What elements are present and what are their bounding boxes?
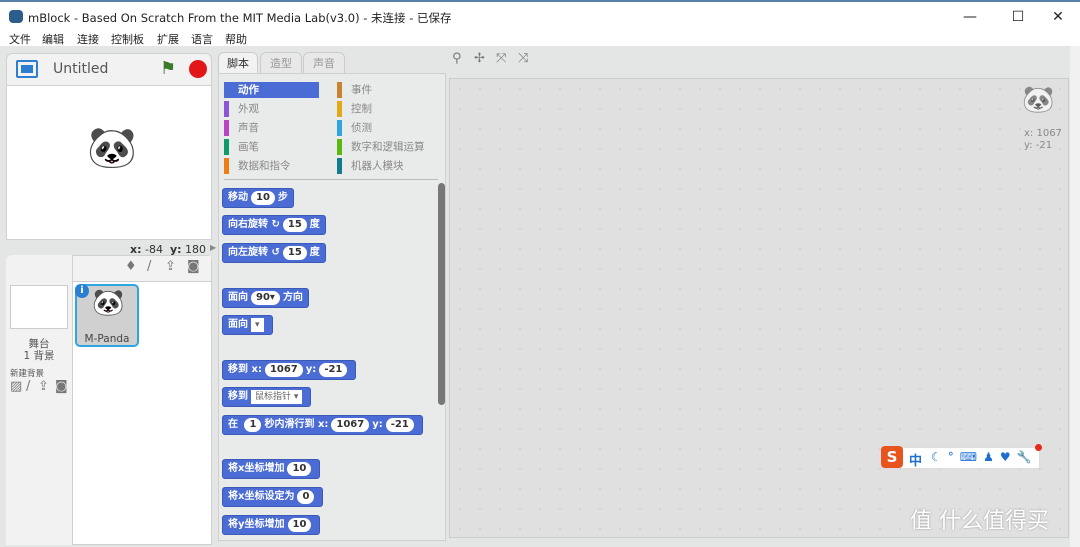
menu-bar: 文件 编辑 连接 控制板 扩展 语言 帮助 — [0, 30, 1080, 46]
new-backdrop-label: 新建背景 — [10, 369, 45, 379]
category-pen[interactable]: 画笔 — [224, 139, 259, 155]
paint-sprite-icon[interactable]: / — [147, 259, 151, 274]
close-button[interactable]: ✕ — [1043, 6, 1073, 28]
sprite-library-icon[interactable]: ♦ — [125, 259, 137, 274]
ime-tool-icons[interactable]: ☾°⌨♟♥🔧 — [931, 450, 1038, 464]
sprite-thumbnail[interactable]: i 🐼 M-Panda — [75, 284, 139, 347]
notification-dot — [1035, 444, 1042, 451]
block-point-direction[interactable]: 面向 90▾ 方向 — [222, 288, 309, 308]
category-events[interactable]: 事件 — [337, 82, 372, 98]
block-goto-xy[interactable]: 移到 x: 1067 y: -21 — [222, 360, 357, 380]
grow-icon[interactable]: ⤧ — [496, 51, 506, 66]
panda-sprite[interactable]: 🐼 — [87, 128, 137, 168]
tab-costumes[interactable]: 造型 — [260, 52, 302, 74]
sprite-y: y: -21 — [1024, 140, 1053, 151]
collapse-stage-icon[interactable]: ▶ — [210, 243, 216, 252]
shrink-icon[interactable]: ⤨ — [518, 51, 528, 66]
category-control[interactable]: 控制 — [337, 101, 372, 117]
block-change-x[interactable]: 将x坐标增加 10 — [222, 459, 321, 479]
block-turn-right[interactable]: 向右旋转 ↻ 15 度 — [222, 215, 326, 235]
window-scrollbar[interactable] — [1070, 46, 1080, 547]
rotate-right-icon: ↻ — [271, 219, 280, 230]
ime-toolbar[interactable]: S 中 ☾°⌨♟♥🔧 — [881, 444, 1042, 469]
category-looks[interactable]: 外观 — [224, 101, 259, 117]
block-set-x[interactable]: 将x坐标设定为 0 — [222, 487, 324, 507]
category-motion[interactable]: 动作 — [224, 82, 319, 98]
menu-connect[interactable]: 连接 — [77, 31, 99, 47]
green-flag-icon[interactable]: ⚑ — [160, 58, 176, 79]
stage-column: 舞台 1 背景 新建背景 ▨ / ⇪ ◙ — [6, 255, 73, 545]
info-icon[interactable]: i — [75, 284, 89, 298]
palette-scrollbar[interactable] — [438, 183, 445, 405]
sogou-logo-icon: S — [881, 446, 903, 468]
block-move[interactable]: 移动 10 步 — [222, 188, 294, 208]
menu-help[interactable]: 帮助 — [225, 31, 247, 47]
menu-edit[interactable]: 编辑 — [42, 31, 64, 47]
stage-header: Untitled ⚑ — [6, 53, 212, 85]
sprite-toolbar: ♦ / ⇪ ◙ — [73, 256, 211, 282]
block-goto[interactable]: 移到 鼠标指针 ▾ — [222, 387, 312, 407]
upload-backdrop-icon[interactable]: ⇪ — [38, 379, 49, 394]
menu-board[interactable]: 控制板 — [111, 31, 144, 47]
block-turn-left[interactable]: 向左旋转 ↺ 15 度 — [222, 243, 326, 263]
fullscreen-icon[interactable] — [16, 60, 38, 78]
project-name[interactable]: Untitled — [53, 61, 108, 77]
tab-scripts[interactable]: 脚本 — [218, 52, 258, 75]
duplicate-icon[interactable]: ⚲ — [452, 51, 462, 66]
camera-backdrop-icon[interactable]: ◙ — [55, 379, 68, 394]
category-sensing[interactable]: 侦测 — [337, 120, 372, 136]
tab-sounds[interactable]: 声音 — [303, 52, 345, 74]
stage-thumbnail[interactable] — [10, 285, 68, 329]
title-bar: mBlock - Based On Scratch From the MIT M… — [0, 0, 1080, 30]
sprite-x: x: 1067 — [1024, 128, 1062, 139]
backdrop-count: 1 背景 — [23, 350, 55, 362]
maximize-button[interactable]: ☐ — [1003, 6, 1033, 28]
category-data[interactable]: 数据和指令 — [224, 158, 291, 174]
watermark: 值 什么值得买 — [910, 509, 1049, 534]
menu-file[interactable]: 文件 — [9, 31, 31, 47]
sprite-name: M-Panda — [84, 333, 130, 345]
menu-extensions[interactable]: 扩展 — [157, 31, 179, 47]
upload-sprite-icon[interactable]: ⇪ — [165, 259, 176, 274]
panda-icon: 🐼 — [92, 288, 125, 318]
script-area[interactable]: 🐼 x: 1067 y: -21 S 中 ☾°⌨♟♥🔧 值 什么值得买 — [449, 78, 1069, 538]
window-title: mBlock - Based On Scratch From the MIT M… — [28, 11, 452, 25]
app-logo-icon — [9, 10, 23, 23]
category-robots[interactable]: 机器人模块 — [337, 158, 404, 174]
block-change-y[interactable]: 将y坐标增加 10 — [222, 515, 321, 535]
delete-icon[interactable]: ✢ — [474, 51, 485, 66]
category-operators[interactable]: 数字和逻辑运算 — [337, 139, 425, 155]
ime-mode[interactable]: 中 — [909, 450, 922, 469]
sprite-preview-icon: 🐼 — [1022, 85, 1055, 115]
minimize-button[interactable]: — — [955, 6, 985, 28]
camera-sprite-icon[interactable]: ◙ — [187, 259, 200, 274]
stop-icon[interactable] — [189, 60, 207, 78]
divider — [224, 179, 438, 180]
stage-canvas[interactable]: 🐼 — [6, 85, 212, 240]
block-glide[interactable]: 在 1 秒内滑行到 x: 1067 y: -21 — [222, 415, 423, 435]
backdrop-library-icon[interactable]: ▨ — [10, 379, 22, 394]
rotate-left-icon: ↺ — [271, 247, 280, 258]
block-point-towards[interactable]: 面向 ▾ — [222, 315, 273, 335]
menu-language[interactable]: 语言 — [191, 31, 213, 47]
paint-backdrop-icon[interactable]: / — [26, 379, 30, 394]
category-sound[interactable]: 声音 — [224, 120, 259, 136]
